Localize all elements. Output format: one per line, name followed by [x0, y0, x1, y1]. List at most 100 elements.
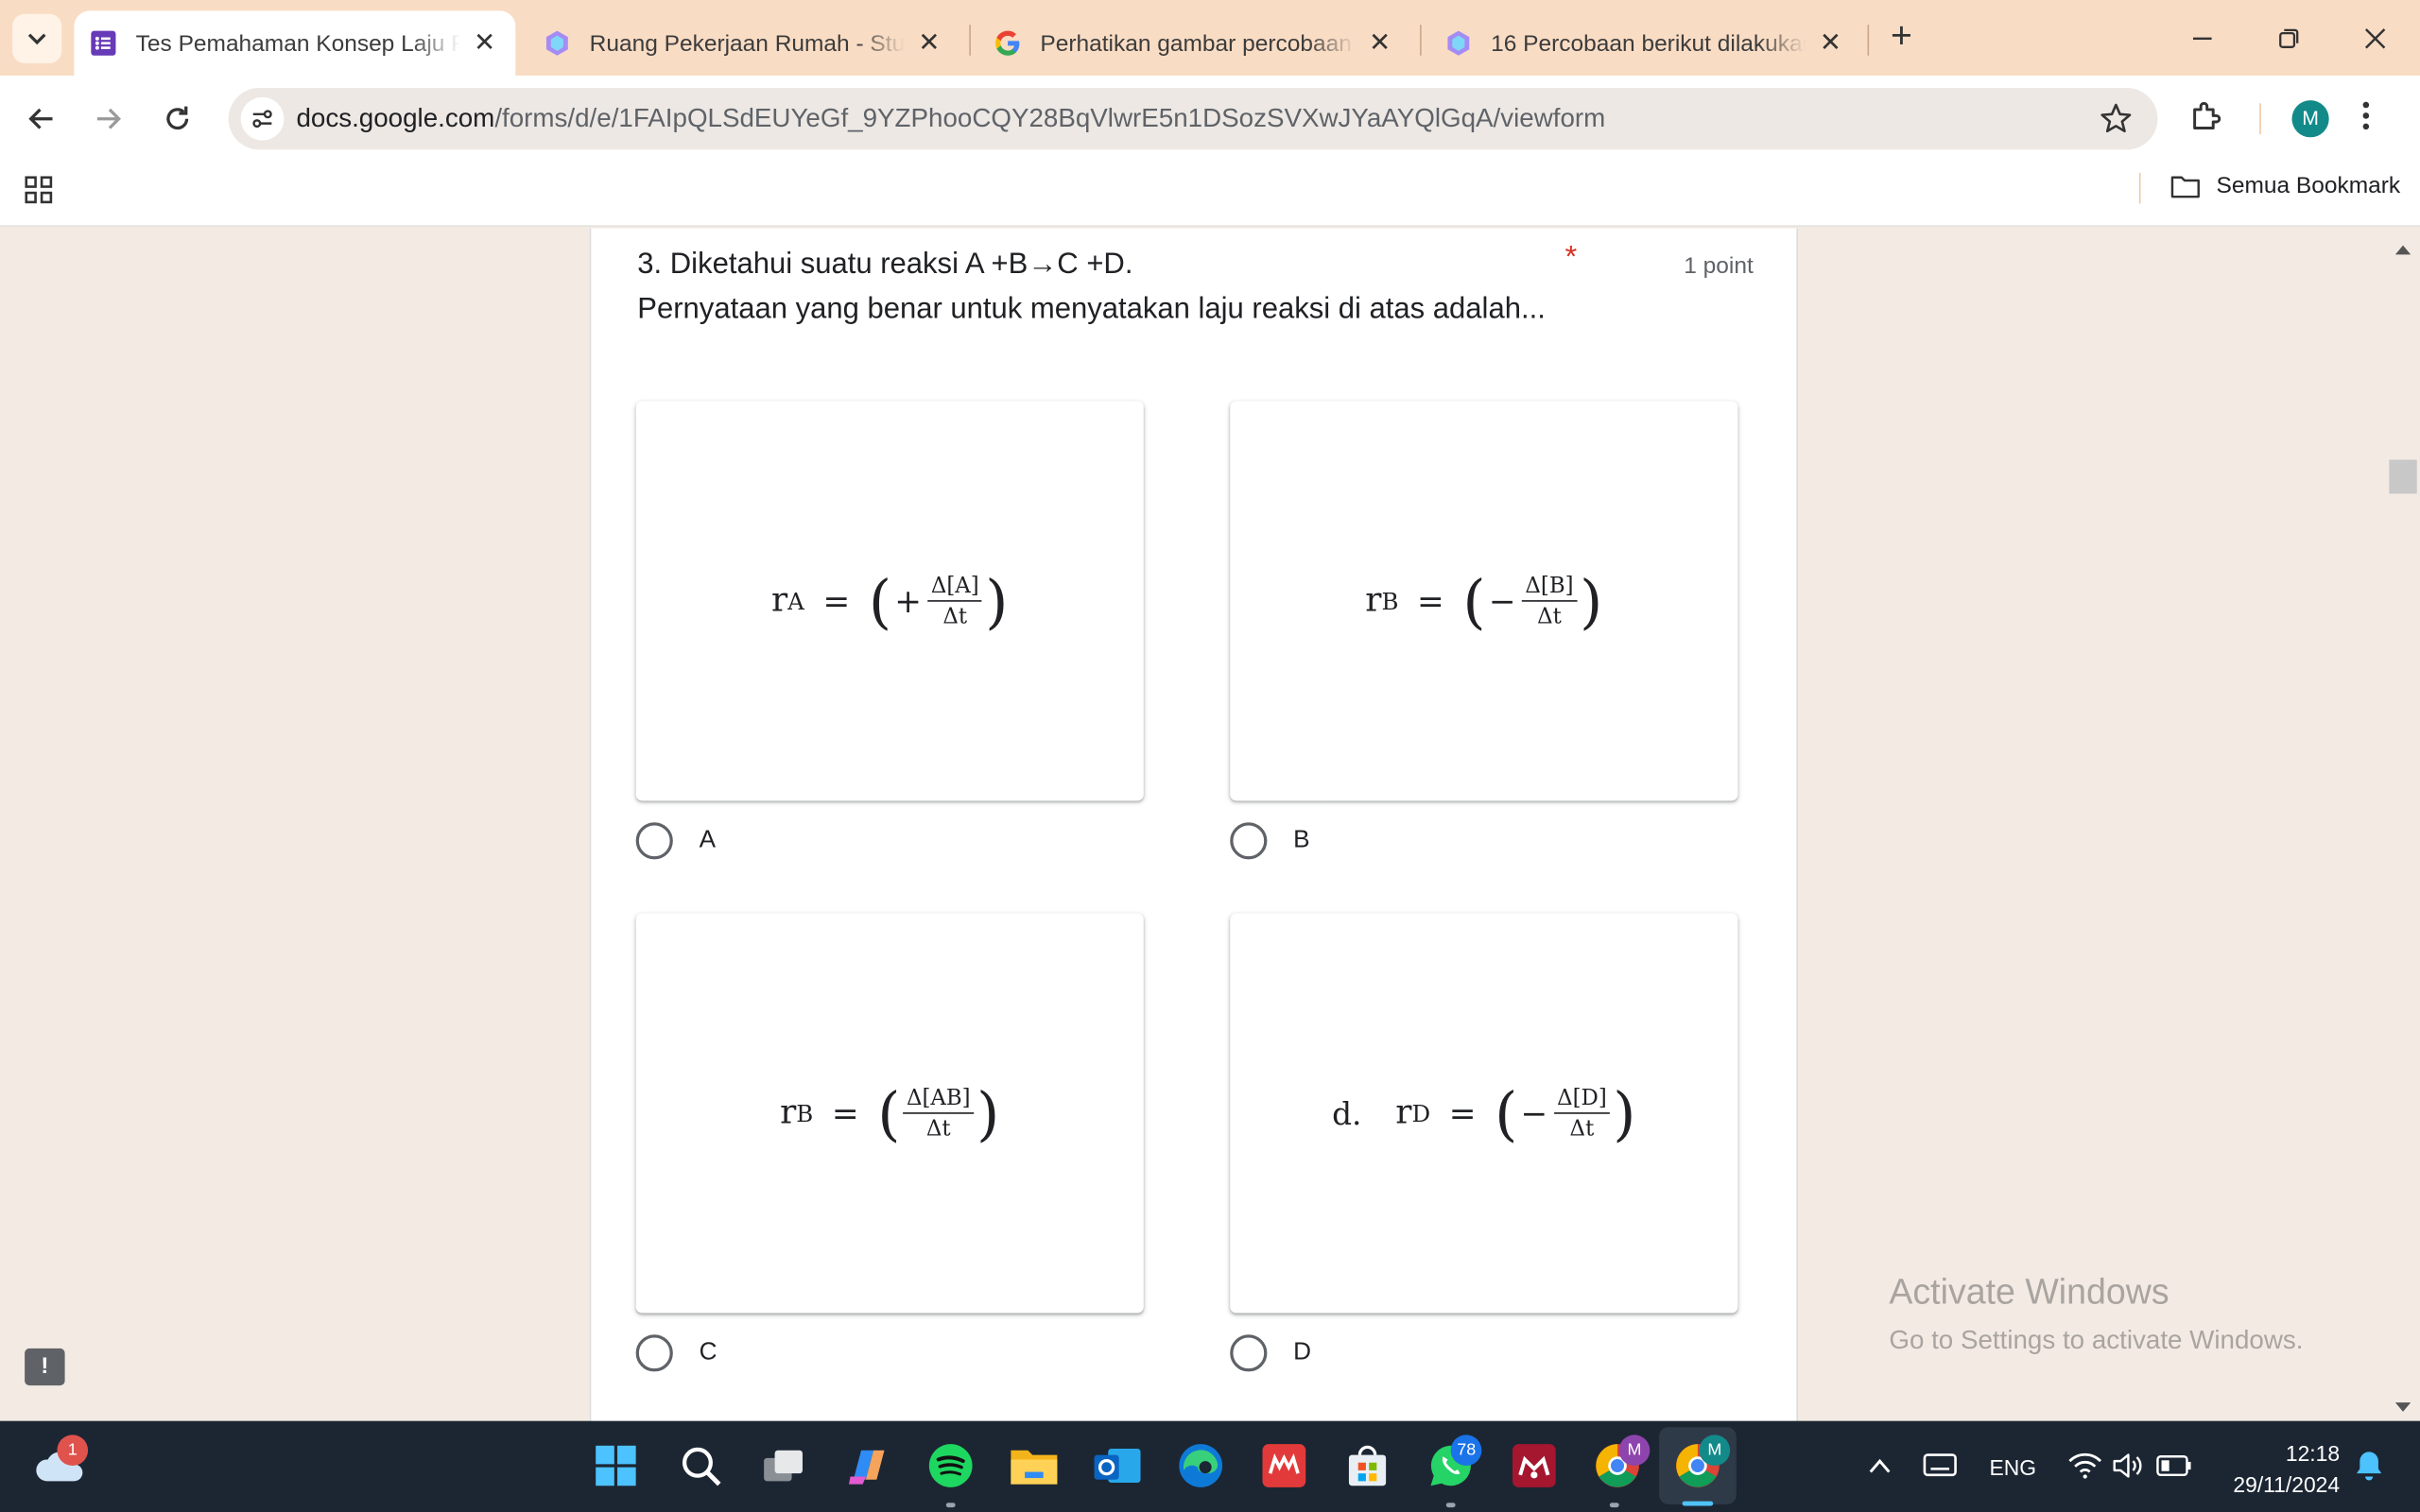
formula-paren-close: ) — [985, 566, 1009, 635]
formula-rate-symbol: r — [1395, 1093, 1412, 1133]
option-c-image[interactable]: rB = ( Δ[AB] Δt ) — [635, 913, 1144, 1314]
scrollbar-thumb[interactable] — [2389, 459, 2417, 494]
activate-windows-title: Activate Windows — [1889, 1271, 2169, 1312]
close-tab-icon[interactable]: ✕ — [1364, 27, 1395, 59]
minimize-icon[interactable] — [2179, 15, 2225, 61]
close-tab-icon[interactable]: ✕ — [469, 27, 500, 59]
activate-windows-watermark: Activate Windows Go to Settings to activ… — [1889, 1271, 2303, 1356]
copilot-icon[interactable] — [841, 1439, 894, 1492]
formula-paren-close: ) — [977, 1079, 1000, 1147]
chrome-active-profile-badge: M — [1699, 1435, 1731, 1467]
language-label: ENG — [1989, 1453, 2037, 1479]
reload-icon[interactable] — [154, 95, 200, 142]
spotify-icon[interactable] — [925, 1439, 977, 1492]
option-b-label: B — [1293, 827, 1310, 853]
formula-sign: + — [894, 582, 923, 620]
bookmarks-divider — [2138, 172, 2141, 204]
forward-arrow-icon[interactable] — [85, 95, 131, 142]
windows-taskbar: 1 78 M M ENG 12:18 29/11/2024 — [0, 1420, 2420, 1512]
extensions-puzzle-icon[interactable] — [2188, 97, 2225, 142]
tab-ruang-pekerjaan[interactable]: Ruang Pekerjaan Rumah - Study ✕ — [527, 10, 959, 76]
radio-button[interactable] — [635, 822, 673, 860]
hexagon-app-icon — [544, 29, 571, 57]
close-window-icon[interactable] — [2352, 15, 2398, 61]
whatsapp-badge: 78 — [1450, 1435, 1482, 1467]
url-path: /forms/d/e/1FAIpQLSdEUYeGf_9YZPhooCQY28B… — [494, 103, 1606, 133]
bookmarks-bar: Semua Bookmark — [0, 162, 2420, 227]
feedback-icon[interactable]: ! — [25, 1348, 65, 1386]
formula-numerator: Δ[A] — [927, 574, 982, 601]
bookmark-star-icon[interactable] — [2099, 102, 2133, 144]
tab-title: Ruang Pekerjaan Rumah - Study — [589, 29, 905, 57]
formula-rate-symbol: r — [1365, 581, 1382, 621]
scroll-down-arrow-icon[interactable] — [2393, 1395, 2414, 1421]
apps-grid-icon[interactable] — [25, 176, 53, 212]
task-view-icon[interactable] — [758, 1439, 811, 1492]
battery-icon[interactable] — [2149, 1439, 2202, 1492]
formula-denominator: Δt — [1537, 604, 1562, 629]
clock-time: 12:18 — [2285, 1440, 2341, 1467]
clock-date: 29/11/2024 — [2233, 1471, 2341, 1497]
option-b-image[interactable]: rB = ( − Δ[B] Δt ) — [1230, 401, 1738, 801]
tab-16-percobaan[interactable]: 16 Percobaan berikut dilakukan ✕ — [1429, 10, 1861, 76]
formula-subscript: A — [787, 587, 804, 615]
option-c-radio[interactable]: C — [635, 1334, 717, 1372]
more-menu-icon[interactable] — [2361, 98, 2371, 140]
tab-strip: Tes Pemahaman Konsep Laju Re ✕ Ruang Pek… — [0, 0, 2420, 76]
close-tab-icon[interactable]: ✕ — [914, 27, 945, 59]
file-explorer-folder-icon[interactable] — [1008, 1439, 1061, 1492]
formula-option-b: rB = ( − Δ[B] Δt ) — [1365, 572, 1602, 630]
touch-keyboard-icon[interactable] — [1913, 1439, 1966, 1492]
option-a-image[interactable]: rA = ( + Δ[A] Δt ) — [635, 401, 1144, 801]
search-icon[interactable] — [674, 1439, 727, 1492]
option-d-label: D — [1293, 1339, 1312, 1366]
volume-icon[interactable] — [2102, 1439, 2155, 1492]
formula-paren-open: ( — [1495, 1079, 1518, 1147]
notification-bell-icon[interactable] — [2342, 1439, 2395, 1492]
running-indicator — [1445, 1503, 1456, 1508]
windows-start-icon[interactable] — [590, 1439, 643, 1492]
radio-button[interactable] — [1230, 822, 1268, 860]
url-host: docs.google.com — [296, 103, 495, 133]
close-tab-icon[interactable]: ✕ — [1815, 27, 1846, 59]
red-app-icon[interactable] — [1258, 1439, 1311, 1492]
radio-button[interactable] — [1230, 1334, 1268, 1372]
url-text[interactable]: docs.google.com/forms/d/e/1FAIpQLSdEUYeG… — [296, 103, 1605, 134]
option-a-radio[interactable]: A — [635, 822, 716, 860]
tab-title: Perhatikan gambar percobaan b — [1040, 29, 1356, 57]
option-d-radio[interactable]: D — [1230, 1334, 1312, 1372]
new-tab-plus-icon[interactable]: + — [1881, 18, 1921, 59]
restore-icon[interactable] — [2266, 15, 2312, 61]
scroll-up-arrow-icon[interactable] — [2393, 237, 2414, 265]
question-card: 3. Diketahui suatu reaksi A +B→C +D. * 1… — [589, 228, 1799, 1421]
formula-numerator: Δ[D] — [1553, 1086, 1611, 1113]
language-indicator[interactable]: ENG — [1989, 1421, 2036, 1512]
tray-chevron-up-icon[interactable] — [1854, 1439, 1907, 1492]
formula-fraction: Δ[A] Δt — [927, 574, 982, 628]
formula-denominator: Δt — [925, 1116, 951, 1142]
back-arrow-icon[interactable] — [19, 95, 65, 142]
tab-search-button[interactable] — [12, 13, 62, 63]
formula-sign: − — [1520, 1094, 1548, 1132]
weather-badge: 1 — [57, 1435, 89, 1467]
profile-avatar[interactable]: M — [2291, 100, 2329, 138]
formula-rate-symbol: r — [780, 1093, 797, 1133]
chrome-profile-badge: M — [1618, 1435, 1651, 1467]
site-info-icon[interactable] — [240, 96, 285, 141]
system-clock[interactable]: 12:18 29/11/2024 — [2210, 1438, 2340, 1500]
mendeley-icon[interactable] — [1508, 1439, 1561, 1492]
tab-perhatikan[interactable]: Perhatikan gambar percobaan b ✕ — [978, 10, 1410, 76]
tab-forms[interactable]: Tes Pemahaman Konsep Laju Re ✕ — [74, 10, 516, 76]
outlook-icon[interactable] — [1091, 1439, 1144, 1492]
radio-button[interactable] — [635, 1334, 673, 1372]
formula-denominator: Δt — [1569, 1116, 1595, 1142]
address-bar[interactable]: docs.google.com/forms/d/e/1FAIpQLSdEUYeG… — [228, 88, 2158, 150]
option-d-image[interactable]: d. rD = ( − Δ[D] Δt ) — [1230, 913, 1738, 1314]
formula-equals: = — [822, 582, 851, 620]
edge-browser-icon[interactable] — [1174, 1439, 1227, 1492]
microsoft-store-icon[interactable] — [1341, 1439, 1394, 1492]
all-bookmarks-button[interactable]: Semua Bookmark — [2170, 173, 2400, 199]
option-b-radio[interactable]: B — [1230, 822, 1310, 860]
formula-fraction: Δ[D] Δt — [1553, 1086, 1611, 1142]
formula-option-a: rA = ( + Δ[A] Δt ) — [771, 572, 1008, 630]
